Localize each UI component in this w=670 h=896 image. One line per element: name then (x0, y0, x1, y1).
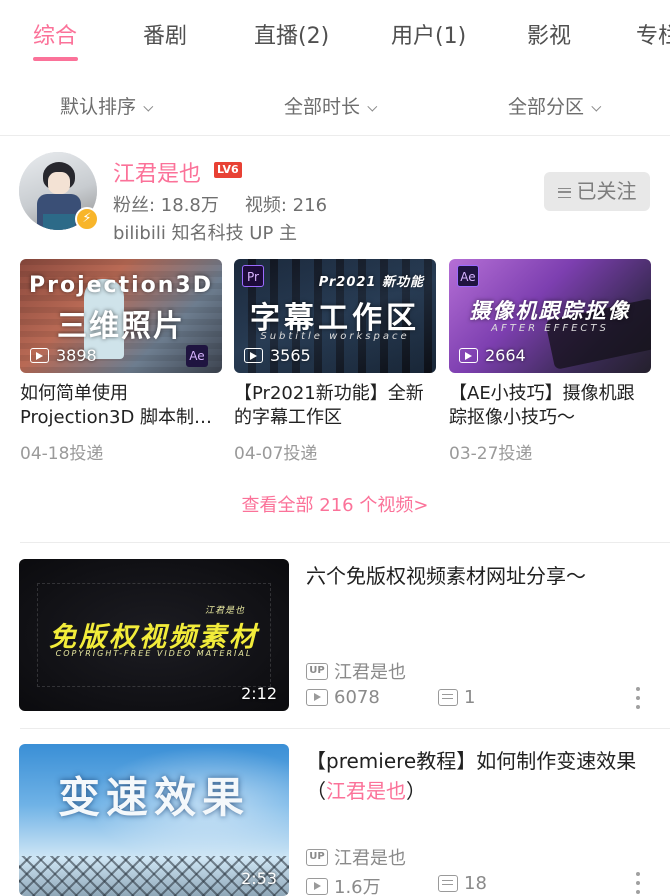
video-duration: 2:12 (241, 684, 277, 703)
video-title-highlight: 江君是也 (326, 779, 406, 803)
list-item[interactable]: 变速效果 2:53 【premiere教程】如何制作变速效果（江君是也） UP 江… (0, 744, 670, 896)
uploader-name[interactable]: 江君是也 (113, 156, 201, 188)
danmaku-count: 18 (464, 873, 487, 894)
video-card[interactable]: Ae 摄像机跟踪抠像 AFTER EFFECTS 2664 【AE小技巧】摄像机… (449, 259, 651, 464)
menu-icon (557, 187, 571, 198)
video-thumbnail: Projection3D 三维照片 Ae 3898 (20, 259, 222, 373)
video-count: 视频: 216 (244, 195, 328, 216)
play-icon (306, 689, 328, 706)
view-all-videos-link[interactable]: 查看全部 216 个视频> (0, 491, 670, 517)
video-title: 六个免版权视频素材网址分享～ (306, 564, 586, 588)
thumbnail-subtext: AFTER EFFECTS (491, 323, 609, 334)
play-count: 3565 (244, 346, 311, 365)
category-filter-label: 全部分区 (508, 96, 585, 118)
play-icon (30, 348, 49, 363)
video-card[interactable]: Pr Pr2021 新功能 字幕工作区 Subtitle workspace 3… (234, 259, 436, 464)
more-options-icon[interactable] (636, 687, 642, 709)
thumbnail-subtext: COPYRIGHT-FREE VIDEO MATERIAL (55, 649, 253, 658)
play-icon (244, 348, 263, 363)
video-plays: 6078 (306, 687, 380, 708)
upload-date: 04-07投递 (234, 444, 318, 464)
tab-movies[interactable]: 影视 (527, 18, 571, 50)
video-title: 【premiere教程】如何制作变速效果（江君是也） (306, 746, 641, 806)
upload-date: 03-27投递 (449, 444, 533, 464)
video-card[interactable]: Projection3D 三维照片 Ae 3898 如何简单使用Projecti… (20, 259, 222, 464)
thumbnail-subtext: Subtitle workspace (260, 331, 410, 342)
active-tab-indicator (33, 57, 78, 61)
video-thumbnail: Pr Pr2021 新功能 字幕工作区 Subtitle workspace 3… (234, 259, 436, 373)
play-count-value: 1.6万 (334, 877, 381, 896)
author-name: 江君是也 (334, 848, 406, 869)
chevron-down-icon (591, 101, 602, 112)
chevron-down-icon (143, 101, 154, 112)
video-plays: 1.6万 (306, 873, 381, 896)
tab-all[interactable]: 综合 (33, 18, 77, 50)
upload-date: 04-18投递 (20, 444, 104, 464)
premiere-icon: Pr (242, 265, 264, 287)
video-title: 【AE小技巧】摄像机跟踪抠像小技巧～ (449, 383, 635, 428)
duration-filter[interactable]: 全部时长 (284, 92, 378, 119)
play-icon (306, 877, 328, 895)
divider (20, 728, 670, 729)
fans-count: 粉丝: 18.8万 (113, 195, 219, 216)
video-thumbnail: 江君是也 免版权视频素材 COPYRIGHT-FREE VIDEO MATERI… (19, 559, 289, 711)
search-tabs: 综合 番剧 直播(2) 用户(1) 影视 专栏 (0, 0, 670, 70)
divider (20, 542, 670, 543)
video-thumbnail: 变速效果 2:53 (19, 744, 289, 896)
thumbnail-tag: Pr2021 新功能 (318, 275, 424, 290)
play-count: 2664 (459, 346, 526, 365)
duration-filter-label: 全部时长 (284, 96, 361, 118)
list-item[interactable]: 江君是也 免版权视频素材 COPYRIGHT-FREE VIDEO MATERI… (0, 559, 670, 715)
category-filter[interactable]: 全部分区 (508, 92, 602, 119)
filter-bar: 默认排序 全部时长 全部分区 (0, 70, 670, 136)
thumbnail-text: 三维照片 (57, 309, 185, 344)
danmaku-icon (438, 689, 458, 706)
video-danmaku: 1 (438, 687, 475, 708)
video-danmaku: 18 (438, 873, 487, 894)
play-count-value: 3565 (270, 346, 311, 365)
follow-label: 已关注 (576, 179, 637, 203)
play-count: 3898 (30, 346, 97, 365)
play-count-value: 3898 (56, 346, 97, 365)
more-options-icon[interactable] (636, 872, 642, 894)
thumbnail-text: 摄像机跟踪抠像 (469, 299, 631, 323)
video-title-end: ） (406, 779, 426, 803)
video-title: 如何简单使用Projection3D 脚本制… (20, 383, 213, 428)
tab-bangumi[interactable]: 番剧 (143, 18, 187, 50)
danmaku-count: 1 (464, 687, 476, 708)
verified-lightning-icon: ⚡ (75, 207, 99, 231)
play-count-value: 2664 (485, 346, 526, 365)
chevron-down-icon (367, 101, 378, 112)
sort-filter-label: 默认排序 (60, 96, 137, 118)
after-effects-icon: Ae (186, 345, 208, 367)
follow-button[interactable]: 已关注 (544, 172, 650, 211)
sort-filter[interactable]: 默认排序 (60, 92, 154, 119)
uploader-description: bilibili 知名科技 UP 主 (113, 223, 298, 244)
level-badge: LV6 (214, 162, 242, 178)
thumbnail-text: Projection3D (29, 273, 213, 298)
video-duration: 2:53 (241, 869, 277, 888)
play-icon (459, 348, 478, 363)
video-title: 【Pr2021新功能】全新的字幕工作区 (234, 383, 424, 428)
tab-live[interactable]: 直播(2) (254, 18, 329, 50)
play-count-value: 6078 (334, 687, 380, 708)
author-name: 江君是也 (334, 662, 406, 683)
tab-users[interactable]: 用户(1) (391, 18, 466, 50)
after-effects-icon: Ae (457, 265, 479, 287)
video-author: UP 江君是也 (306, 844, 406, 870)
video-thumbnail: Ae 摄像机跟踪抠像 AFTER EFFECTS 2664 (449, 259, 651, 373)
video-author: UP 江君是也 (306, 658, 406, 684)
uploader-stats: 粉丝: 18.8万 视频: 216 (113, 191, 327, 217)
thumbnail-text: 变速效果 (57, 773, 250, 822)
up-icon: UP (306, 662, 328, 680)
up-icon: UP (306, 848, 328, 866)
tab-articles[interactable]: 专栏 (636, 18, 670, 50)
danmaku-icon (438, 875, 458, 892)
